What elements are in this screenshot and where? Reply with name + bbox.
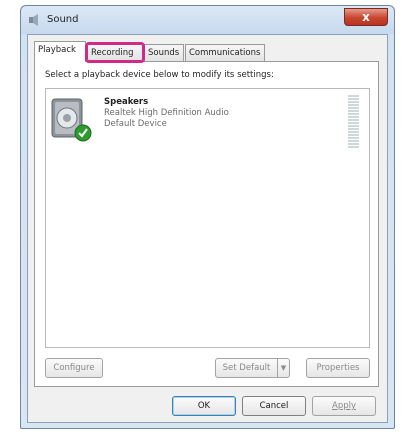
ok-button[interactable]: OK bbox=[172, 396, 236, 416]
configure-button[interactable]: Configure bbox=[45, 358, 103, 378]
tab-recording[interactable]: Recording bbox=[87, 44, 143, 61]
device-driver: Realtek High Definition Audio bbox=[104, 108, 229, 118]
window-title: Sound bbox=[47, 14, 79, 25]
speaker-icon bbox=[51, 98, 92, 142]
set-default-dropdown[interactable]: ▼ bbox=[277, 358, 290, 378]
sound-dialog: Sound x Playback Recording Sounds Commun… bbox=[20, 5, 395, 429]
title-bar[interactable]: Sound x bbox=[21, 6, 394, 34]
set-default-button[interactable]: Set Default bbox=[215, 358, 278, 378]
properties-button[interactable]: Properties bbox=[306, 358, 370, 378]
device-list[interactable]: Speakers Realtek High Definition Audio D… bbox=[45, 88, 370, 348]
default-check-icon bbox=[74, 124, 92, 142]
list-item[interactable]: Speakers Realtek High Definition Audio D… bbox=[50, 95, 365, 151]
chevron-down-icon: ▼ bbox=[280, 364, 287, 372]
tab-communications[interactable]: Communications bbox=[185, 44, 265, 61]
instruction-text: Select a playback device below to modify… bbox=[45, 70, 274, 80]
dialog-client-area: Playback Recording Sounds Communications… bbox=[27, 34, 388, 423]
device-name: Speakers bbox=[104, 97, 149, 107]
volume-level-meter bbox=[348, 95, 359, 149]
apply-button[interactable]: Apply bbox=[312, 396, 376, 416]
speaker-app-icon bbox=[29, 14, 38, 26]
tab-playback[interactable]: Playback bbox=[34, 41, 86, 62]
tab-sounds[interactable]: Sounds bbox=[144, 44, 184, 61]
device-status: Default Device bbox=[104, 119, 167, 129]
close-icon: x bbox=[362, 10, 370, 24]
close-button[interactable]: x bbox=[344, 8, 388, 26]
playback-panel: Select a playback device below to modify… bbox=[34, 61, 379, 387]
tab-strip: Playback Recording Sounds Communications bbox=[34, 41, 379, 62]
cancel-button[interactable]: Cancel bbox=[242, 396, 306, 416]
